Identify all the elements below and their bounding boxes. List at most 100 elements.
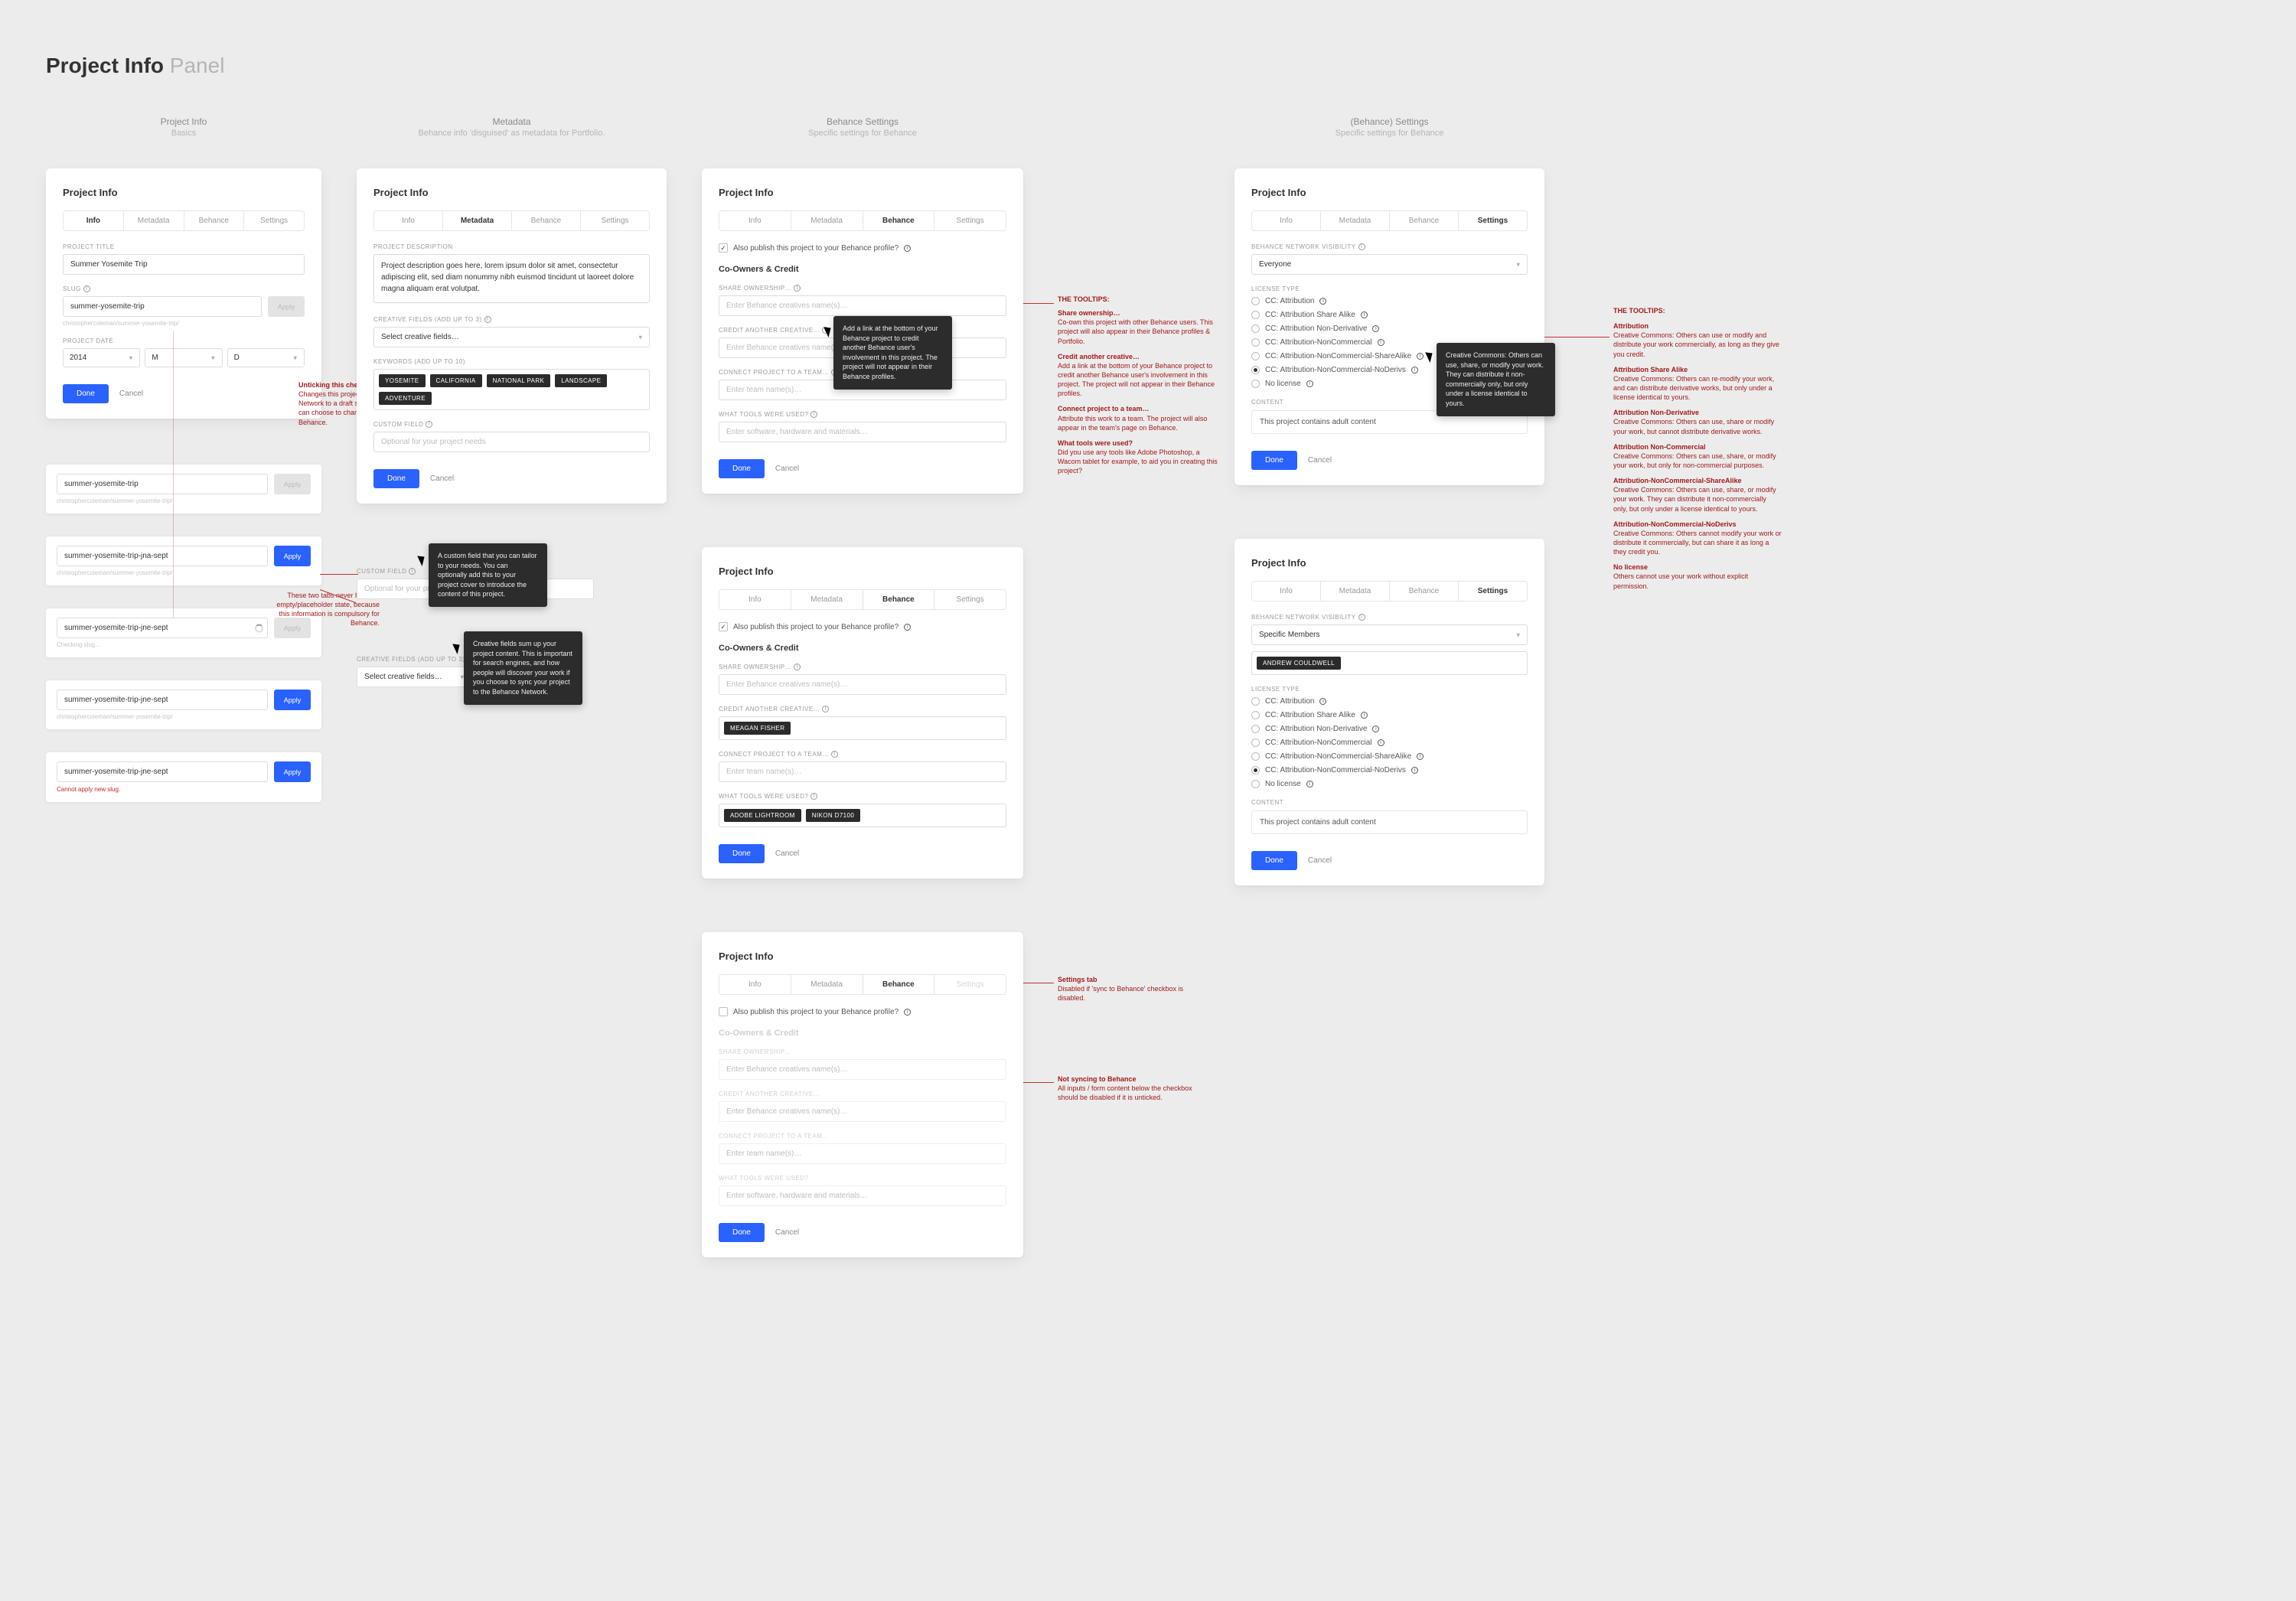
- slug-apply-button[interactable]: Apply: [274, 546, 311, 566]
- license-radio[interactable]: [1251, 697, 1260, 706]
- done-button[interactable]: Done: [719, 459, 765, 478]
- label-keywords: KEYWORDS (ADD UP TO 10): [373, 358, 650, 365]
- tools-chipset[interactable]: ADOBE LIGHTROOM NIKON D7100: [719, 804, 1006, 827]
- license-radio[interactable]: [1251, 711, 1260, 719]
- tab-settings[interactable]: Settings: [1459, 582, 1527, 601]
- tab-behance[interactable]: Behance: [184, 211, 245, 230]
- date-year[interactable]: 2014: [63, 348, 140, 367]
- license-radio[interactable]: [1251, 752, 1260, 761]
- done-button[interactable]: Done: [719, 1223, 765, 1242]
- slug-input[interactable]: [57, 761, 268, 782]
- done-button[interactable]: Done: [1251, 451, 1297, 470]
- creative-fields-select[interactable]: Select creative fields…: [357, 667, 471, 687]
- description-textarea[interactable]: Project description goes here, lorem ips…: [373, 254, 650, 303]
- done-button[interactable]: Done: [719, 844, 765, 863]
- credit-chip[interactable]: MEAGAN FISHER: [724, 722, 791, 735]
- slug-apply-button[interactable]: Apply: [274, 761, 311, 782]
- tab-settings[interactable]: Settings: [934, 590, 1006, 609]
- tab-behance[interactable]: Behance: [863, 590, 935, 609]
- visibility-select[interactable]: Everyone: [1251, 254, 1528, 275]
- tool-chip[interactable]: NIKON D7100: [806, 809, 861, 822]
- tab-metadata[interactable]: Metadata: [1321, 211, 1390, 230]
- tab-settings[interactable]: Settings: [1459, 211, 1527, 230]
- cancel-button[interactable]: Cancel: [119, 390, 143, 398]
- tab-metadata[interactable]: Metadata: [124, 211, 184, 230]
- license-radio[interactable]: [1251, 311, 1260, 319]
- project-title-input[interactable]: [63, 254, 305, 275]
- panel-behance-a: Project Info Info Metadata Behance Setti…: [702, 168, 1023, 494]
- cancel-button[interactable]: Cancel: [775, 849, 799, 858]
- keyword-chip[interactable]: ADVENTURE: [379, 392, 432, 405]
- cancel-button[interactable]: Cancel: [775, 465, 799, 473]
- license-radio[interactable]: [1251, 352, 1260, 360]
- license-radio[interactable]: [1251, 366, 1260, 374]
- tab-metadata[interactable]: Metadata: [1321, 582, 1390, 601]
- publish-checkbox[interactable]: [719, 243, 728, 253]
- tab-metadata[interactable]: Metadata: [791, 211, 863, 230]
- cancel-button[interactable]: Cancel: [1308, 456, 1332, 465]
- keyword-chip[interactable]: LANDSCAPE: [555, 374, 607, 387]
- date-day[interactable]: D: [227, 348, 305, 367]
- date-month[interactable]: M: [145, 348, 222, 367]
- custom-field-input[interactable]: [373, 432, 650, 452]
- tab-metadata[interactable]: Metadata: [791, 590, 863, 609]
- keyword-chipset[interactable]: YOSEMITE CALIFORNIA NATIONAL PARK LANDSC…: [373, 369, 650, 410]
- slug-input[interactable]: [63, 296, 262, 317]
- license-radio[interactable]: [1251, 338, 1260, 347]
- tab-info[interactable]: Info: [719, 590, 791, 609]
- creative-fields-select[interactable]: Select creative fields…: [373, 327, 650, 347]
- info-icon: i: [1306, 380, 1313, 387]
- member-chip[interactable]: ANDREW COULDWELL: [1257, 657, 1341, 670]
- done-button[interactable]: Done: [1251, 851, 1297, 870]
- slug-apply-button[interactable]: Apply: [274, 474, 311, 494]
- connect-team-input[interactable]: [719, 761, 1006, 782]
- license-radio[interactable]: [1251, 297, 1260, 305]
- tab-settings[interactable]: Settings: [581, 211, 649, 230]
- tools-input[interactable]: [719, 422, 1006, 442]
- license-radio[interactable]: [1251, 380, 1260, 388]
- keyword-chip[interactable]: NATIONAL PARK: [487, 374, 551, 387]
- slug-apply-button[interactable]: Apply: [268, 296, 305, 317]
- tab-info[interactable]: Info: [719, 975, 791, 994]
- info-icon: i: [794, 664, 801, 670]
- license-radio[interactable]: [1251, 324, 1260, 333]
- tab-behance[interactable]: Behance: [512, 211, 581, 230]
- done-button[interactable]: Done: [63, 384, 109, 403]
- slug-apply-button[interactable]: Apply: [274, 690, 311, 710]
- license-radio[interactable]: [1251, 725, 1260, 733]
- license-radio[interactable]: [1251, 739, 1260, 747]
- credit-chipset[interactable]: MEAGAN FISHER: [719, 716, 1006, 740]
- tab-info[interactable]: Info: [374, 211, 443, 230]
- tab-metadata[interactable]: Metadata: [791, 975, 863, 994]
- share-ownership-input[interactable]: [719, 295, 1006, 316]
- slug-input[interactable]: [57, 618, 268, 638]
- done-button[interactable]: Done: [373, 469, 419, 488]
- tab-behance[interactable]: Behance: [1390, 582, 1459, 601]
- publish-checkbox[interactable]: [719, 1007, 728, 1016]
- publish-checkbox[interactable]: [719, 622, 728, 631]
- slug-input[interactable]: [57, 546, 268, 566]
- license-radio[interactable]: [1251, 766, 1260, 774]
- tab-behance[interactable]: Behance: [1390, 211, 1459, 230]
- tab-info[interactable]: Info: [1252, 211, 1321, 230]
- tool-chip[interactable]: ADOBE LIGHTROOM: [724, 809, 801, 822]
- license-radio[interactable]: [1251, 780, 1260, 788]
- tab-settings[interactable]: Settings: [244, 211, 304, 230]
- tab-behance[interactable]: Behance: [863, 211, 935, 230]
- tab-info[interactable]: Info: [719, 211, 791, 230]
- share-ownership-input[interactable]: [719, 674, 1006, 695]
- cancel-button[interactable]: Cancel: [430, 474, 454, 483]
- tab-settings[interactable]: Settings: [934, 211, 1006, 230]
- tab-info[interactable]: Info: [64, 211, 124, 230]
- slug-input[interactable]: [57, 690, 268, 710]
- keyword-chip[interactable]: CALIFORNIA: [430, 374, 482, 387]
- keyword-chip[interactable]: YOSEMITE: [379, 374, 426, 387]
- visibility-select[interactable]: Specific Members: [1251, 624, 1528, 645]
- tab-behance[interactable]: Behance: [863, 975, 935, 994]
- cancel-button[interactable]: Cancel: [775, 1228, 799, 1237]
- tab-info[interactable]: Info: [1252, 582, 1321, 601]
- tab-metadata[interactable]: Metadata: [443, 211, 512, 230]
- cancel-button[interactable]: Cancel: [1308, 856, 1332, 865]
- member-chipset[interactable]: ANDREW COULDWELL: [1251, 651, 1528, 675]
- slug-input[interactable]: [57, 474, 268, 494]
